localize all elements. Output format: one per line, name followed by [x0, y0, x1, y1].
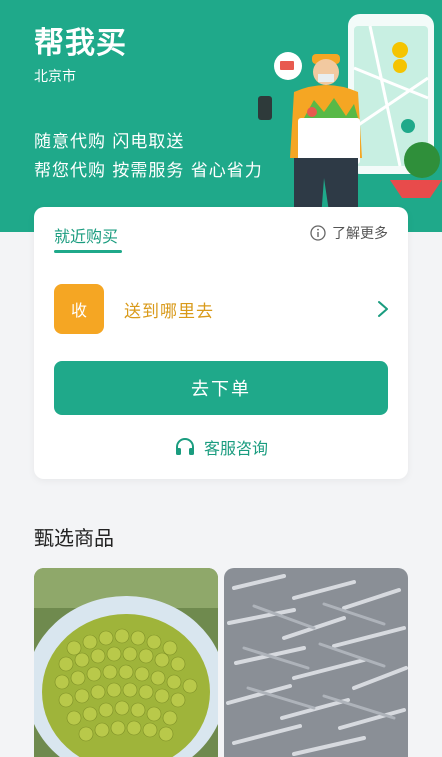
customer-service-label: 客服咨询	[203, 439, 268, 458]
delivery-courier-illustration	[258, 14, 442, 232]
green-beans-image	[34, 568, 218, 757]
slogan-line-2: 帮您代购 按需服务 省心省力	[34, 161, 263, 181]
page-title: 帮我买	[34, 26, 127, 61]
product-card-green-beans[interactable]	[34, 568, 218, 757]
order-card: 就近购买 了解更多 收 送到哪里去 去下单 客服咨询	[34, 207, 408, 479]
dried-fish-image	[224, 568, 408, 757]
headset-icon	[175, 438, 194, 455]
city-selector[interactable]: 北京市	[34, 66, 76, 86]
learn-more-link[interactable]: 了解更多	[310, 223, 388, 243]
chevron-right-icon	[378, 301, 388, 317]
hero-banner: 帮我买 北京市 随意代购 闪电取送 帮您代购 按需服务 省心省力	[0, 0, 442, 232]
learn-more-label: 了解更多	[332, 226, 388, 242]
section-title-featured: 甄选商品	[34, 526, 114, 550]
info-icon	[310, 225, 326, 241]
slogan-line-1: 随意代购 闪电取送	[34, 132, 185, 152]
customer-service-link[interactable]: 客服咨询	[34, 435, 408, 459]
delivery-address-selector[interactable]: 收 送到哪里去	[54, 284, 390, 334]
tab-nearby-purchase[interactable]: 就近购买	[54, 223, 118, 247]
receive-badge: 收	[54, 284, 104, 334]
product-card-dried-fish[interactable]	[224, 568, 408, 757]
tab-active-indicator	[54, 250, 122, 253]
address-placeholder: 送到哪里去	[124, 301, 214, 322]
place-order-button[interactable]: 去下单	[54, 361, 388, 415]
